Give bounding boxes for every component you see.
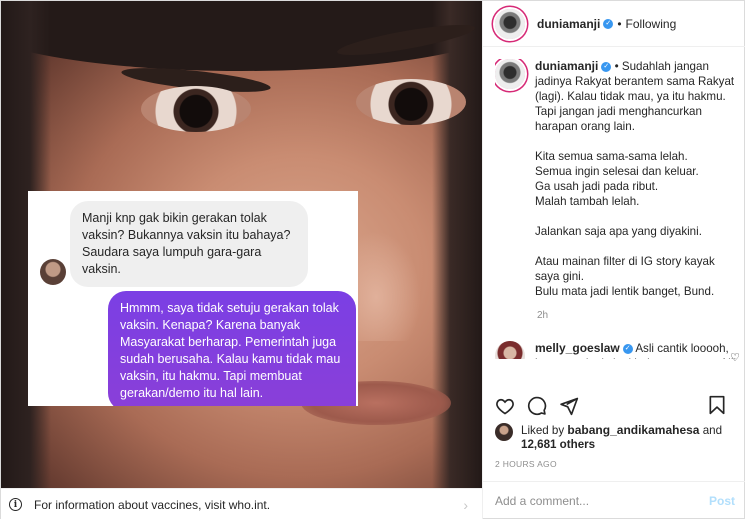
- dm-incoming-message: Manji knp gak bikin gerakan tolak vaksin…: [70, 201, 308, 287]
- post-comment-button[interactable]: Post: [709, 494, 735, 508]
- post-image[interactable]: Manji knp gak bikin gerakan tolak vaksin…: [1, 1, 482, 488]
- likes-count[interactable]: 12,681 others: [521, 438, 595, 451]
- comment-input[interactable]: [495, 494, 709, 508]
- likes-and: and: [702, 424, 723, 437]
- left-eye: [141, 86, 251, 132]
- separator-dot: •: [617, 16, 622, 31]
- caption-paragraph: Jalankan saja apa yang diyakini.: [535, 225, 702, 238]
- save-bookmark-icon[interactable]: [707, 395, 727, 415]
- author-avatar[interactable]: [495, 8, 525, 39]
- likes-summary: Liked by babang_andikamahesa and 12,681 …: [495, 423, 722, 452]
- commenter-avatar[interactable]: [495, 341, 525, 359]
- caption: duniamanji ✓ • Sudahlah jangan jadinya Ra…: [495, 59, 741, 314]
- chevron-right-icon: ›: [463, 497, 468, 513]
- liker-avatar[interactable]: [495, 423, 513, 441]
- caption-username[interactable]: duniamanji: [535, 59, 598, 73]
- info-icon: i: [9, 498, 22, 511]
- like-heart-icon[interactable]: [495, 396, 515, 416]
- liked-by-prefix: Liked by: [521, 424, 565, 437]
- verified-badge-icon: ✓: [622, 343, 633, 354]
- verified-badge-icon: ✓: [603, 18, 614, 29]
- caption-avatar[interactable]: [495, 59, 525, 89]
- covid-info-text: For information about vaccines, visit wh…: [34, 497, 271, 512]
- following-button[interactable]: Following: [626, 17, 677, 31]
- comment-username[interactable]: melly_goeslaw: [535, 341, 620, 355]
- caption-paragraph: Kita semua sama-sama lelah. Semua ingin …: [535, 150, 699, 208]
- verified-badge-icon: ✓: [601, 61, 612, 72]
- post-header: duniamanji ✓ • Following: [483, 1, 745, 47]
- action-bar: [495, 395, 741, 417]
- liker-username[interactable]: babang_andikamahesa: [567, 423, 699, 437]
- add-comment-bar: Post: [483, 481, 745, 519]
- covid-info-banner[interactable]: i For information about vaccines, visit …: [1, 488, 482, 519]
- comment-like-heart-icon[interactable]: ♡: [730, 351, 740, 364]
- caption-paragraph: Atau mainan filter di IG story kayak say…: [535, 255, 715, 298]
- comments-list[interactable]: duniamanji ✓ • Sudahlah jangan jadinya Ra…: [495, 59, 741, 359]
- author-username[interactable]: duniamanji: [537, 17, 600, 31]
- instagram-post-modal: Manji knp gak bikin gerakan tolak vaksin…: [0, 0, 745, 519]
- comment-item: melly_goeslaw✓ Asli cantik looooh, kuran…: [495, 341, 741, 359]
- dm-outgoing-message: Hmmm, saya tidak setuju gerakan tolak va…: [108, 291, 356, 406]
- post-timestamp[interactable]: 2 HOURS AGO: [495, 459, 557, 469]
- post-side-panel: duniamanji ✓ • Following duniamanji ✓ • S…: [482, 1, 745, 519]
- right-eye: [356, 79, 466, 125]
- comment-bubble-icon[interactable]: [527, 396, 547, 416]
- share-paper-plane-icon[interactable]: [559, 396, 579, 416]
- dm-screenshot: Manji knp gak bikin gerakan tolak vaksin…: [28, 191, 358, 406]
- dm-avatar: [40, 259, 66, 285]
